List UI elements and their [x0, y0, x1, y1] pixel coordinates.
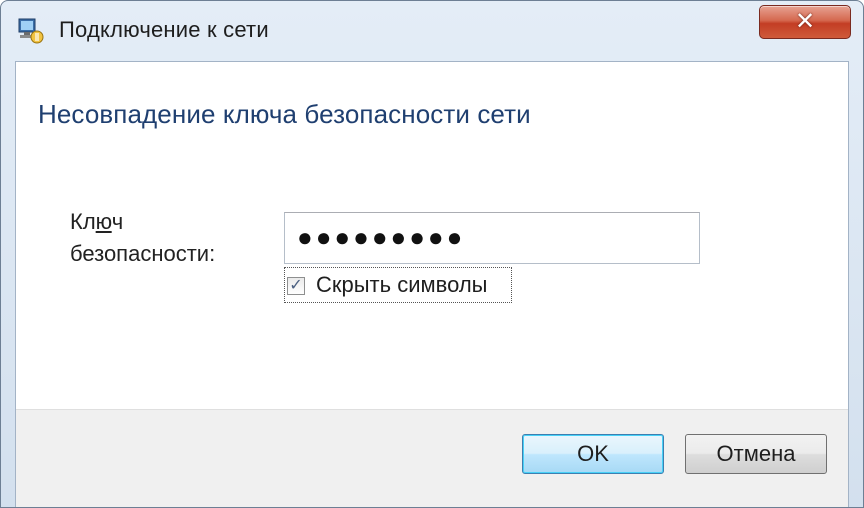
title-bar[interactable]: Подключение к сети ✕: [1, 1, 863, 61]
checkbox-check-icon[interactable]: ✓: [287, 277, 305, 295]
button-bar: OK Отмена: [16, 409, 848, 507]
label-part: Кл: [70, 209, 96, 234]
security-key-input[interactable]: ●●●●●●●●●: [284, 212, 700, 264]
hide-characters-label[interactable]: Скрыть символы: [316, 272, 487, 298]
network-connection-icon: [18, 18, 44, 44]
page-title: Несовпадение ключа безопасности сети: [38, 99, 531, 129]
hide-characters-checkbox[interactable]: ✓ Скрыть символы: [284, 267, 512, 303]
mnemonic-letter: ю: [95, 209, 112, 234]
security-key-label-line2: безопасности:: [70, 241, 216, 266]
label-part: ч: [111, 209, 124, 234]
network-connection-dialog: Подключение к сети ✕ Несовпадение ключа …: [0, 0, 864, 508]
security-key-label-line1: Ключ: [70, 206, 215, 238]
cancel-button[interactable]: Отмена: [685, 434, 827, 474]
close-icon: ✕: [794, 8, 816, 35]
close-button[interactable]: ✕: [759, 5, 851, 39]
security-key-label: Ключ безопасности:: [70, 206, 215, 270]
window-title: Подключение к сети: [59, 17, 269, 42]
dialog-content: Несовпадение ключа безопасности сети Клю…: [15, 61, 849, 507]
ok-button[interactable]: OK: [522, 434, 664, 474]
